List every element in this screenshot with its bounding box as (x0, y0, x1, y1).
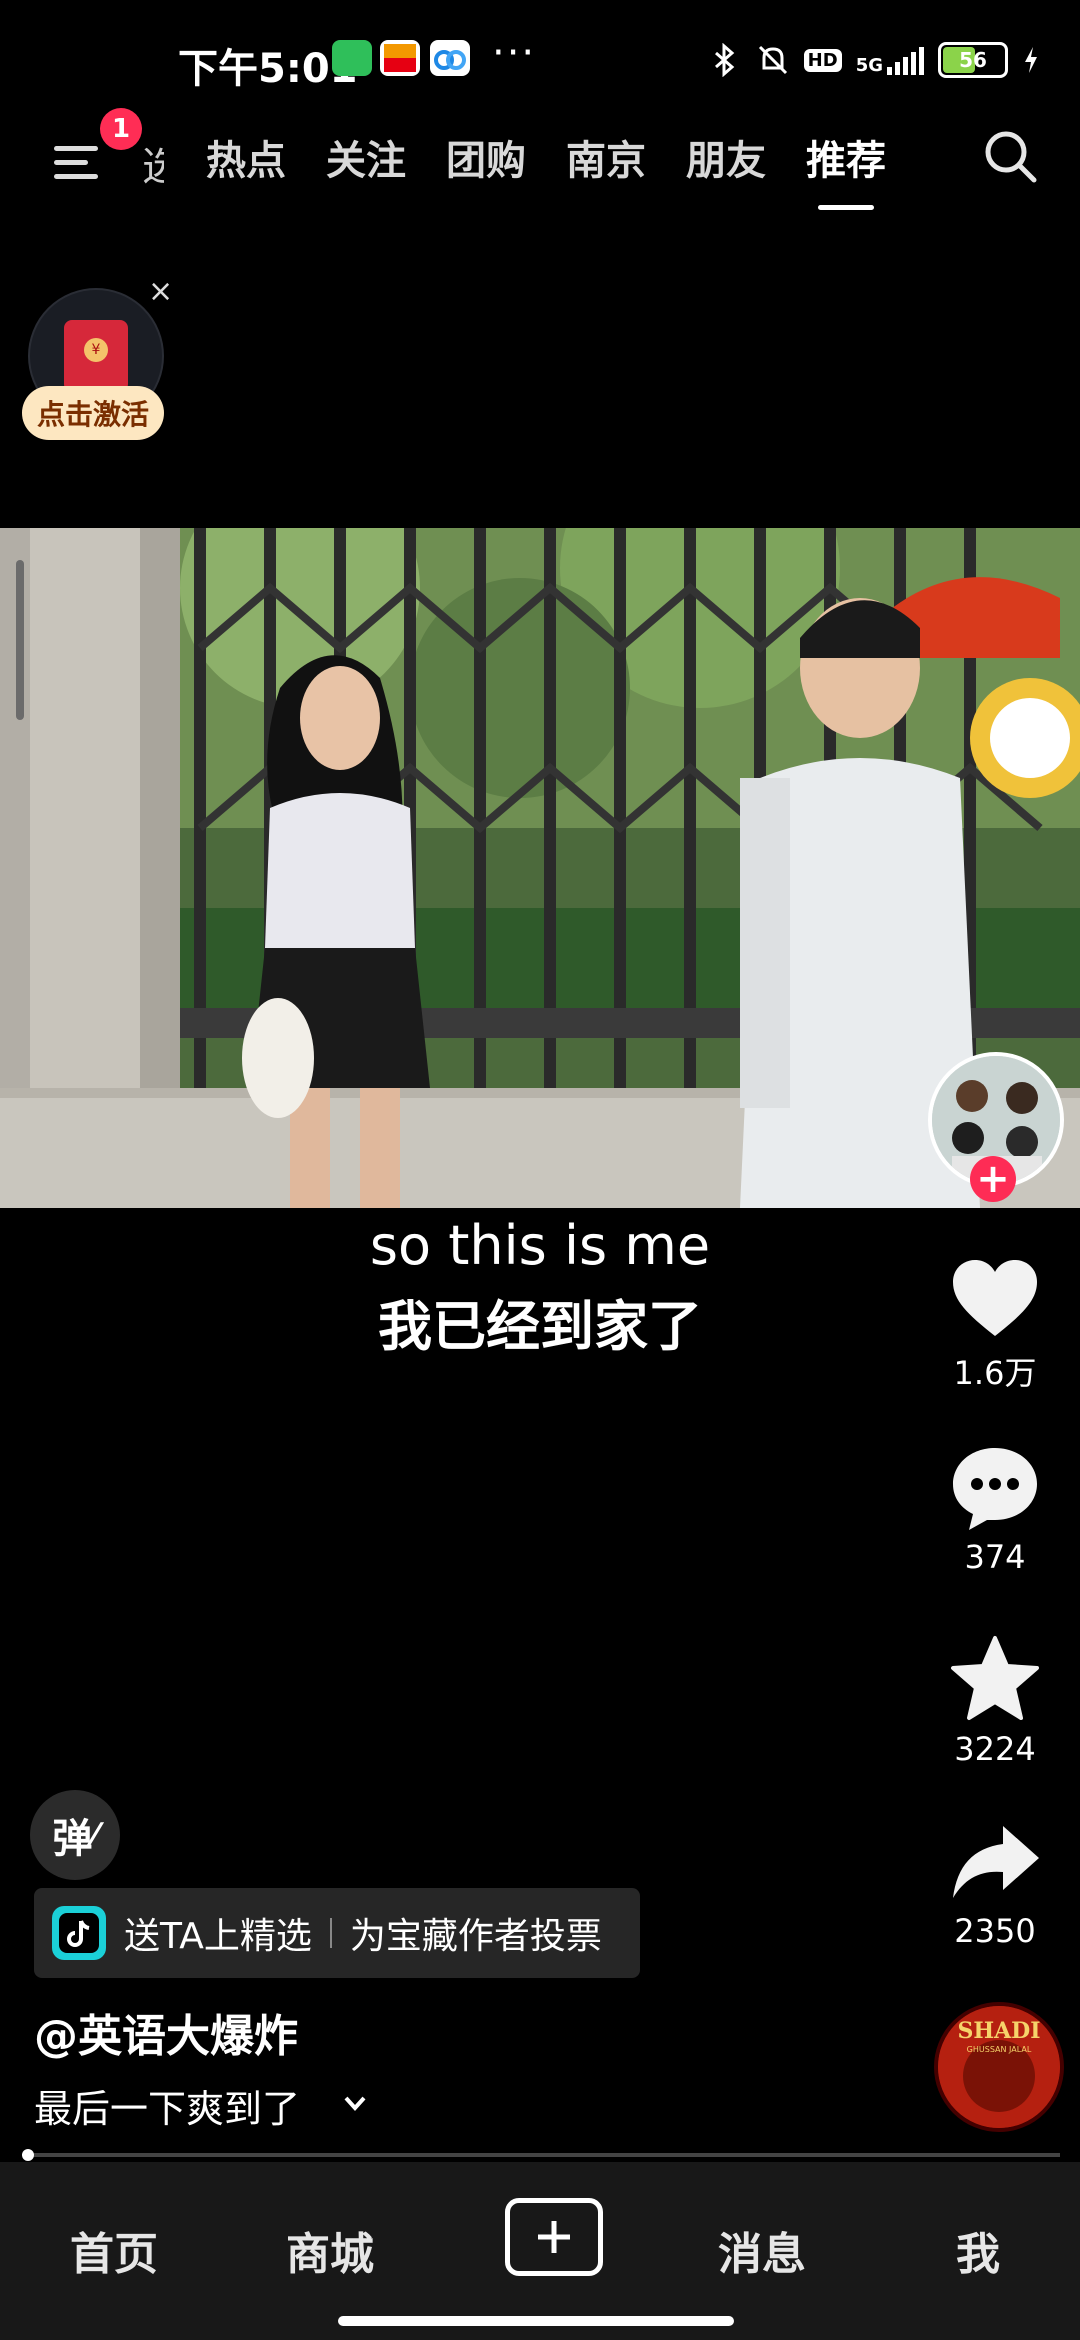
tab-recommended[interactable]: 推荐 (806, 128, 886, 210)
comment-icon[interactable] (947, 1440, 1043, 1536)
tab-hot[interactable]: 热点 (206, 128, 286, 186)
status-time: 下午5:01 (178, 46, 358, 92)
promo-divider (329, 1918, 332, 1948)
charging-icon (1022, 43, 1040, 77)
favorite-star-icon[interactable] (947, 1632, 1043, 1728)
58-app-icon (380, 40, 420, 76)
close-icon[interactable]: × (148, 274, 173, 309)
plus-icon (538, 2221, 570, 2253)
overflow-notifications-icon: ··· (492, 30, 537, 76)
nav-me[interactable]: 我 (898, 2218, 1058, 2282)
video-progress-handle[interactable] (22, 2149, 34, 2161)
wechat-green-icon (332, 40, 372, 76)
side-scroll-indicator (16, 560, 24, 720)
network-label: 5G (855, 55, 883, 76)
video-progress-track[interactable] (24, 2153, 1060, 2157)
chevron-down-icon[interactable] (340, 2088, 370, 2118)
tab-following[interactable]: 关注 (326, 128, 406, 186)
promo-vote-banner[interactable]: 送TA上精选 为宝藏作者投票 (34, 1888, 640, 1978)
tab-group-buy[interactable]: 团购 (446, 128, 526, 186)
nav-messages[interactable]: 消息 (682, 2218, 842, 2282)
video-frame[interactable] (0, 528, 1080, 1208)
tab-nanjing[interactable]: 南京 (566, 128, 646, 186)
bottom-navigation: 首页 商城 消息 我 (0, 2162, 1080, 2340)
music-disc[interactable]: SHADI GHUSSAN JALAL (934, 2002, 1064, 2132)
signal-bars-icon (887, 45, 924, 75)
promo-text-secondary: 为宝藏作者投票 (349, 1916, 602, 1957)
status-indicators: HD 5G 56 (708, 38, 1040, 82)
like-count: 1.6万 (953, 1354, 1037, 1392)
menu-notification-badge: 1 (100, 108, 142, 150)
follow-button[interactable]: + (970, 1156, 1016, 1202)
subtitle-english: so this is me (369, 1214, 711, 1277)
share-arrow-icon[interactable] (947, 1816, 1043, 1912)
favorite-count: 3224 (954, 1730, 1036, 1768)
video-caption[interactable]: 最后一下爽到了 (34, 2078, 300, 2133)
tab-partial[interactable]: 选 (142, 134, 164, 192)
comment-count: 374 (964, 1538, 1026, 1576)
music-disc-subtitle: GHUSSAN JALAL (967, 2045, 1032, 2054)
music-disc-title: SHADI (957, 2018, 1040, 2044)
video-scene-image (0, 528, 1080, 1208)
mute-bell-icon (756, 43, 790, 77)
create-post-button[interactable] (505, 2198, 603, 2276)
nav-home[interactable]: 首页 (34, 2218, 194, 2282)
danmaku-label: 弹 (52, 1816, 93, 1862)
share-count: 2350 (954, 1912, 1036, 1950)
home-indicator[interactable] (338, 2316, 734, 2326)
nav-mall[interactable]: 商城 (250, 2218, 410, 2282)
douyin-logo-icon (52, 1906, 106, 1960)
activate-button[interactable]: 点击激活 (22, 386, 164, 440)
red-envelope-icon: ¥ (64, 320, 128, 392)
cloud-app-icon (430, 40, 470, 76)
search-icon[interactable] (980, 126, 1040, 186)
feed-tabs: 热点 关注 团购 南京 朋友 推荐 (206, 128, 886, 210)
battery-level: 56 (959, 48, 987, 72)
bluetooth-icon (708, 43, 742, 77)
author-name[interactable]: @英语大爆炸 (34, 2000, 298, 2064)
danmaku-toggle-button[interactable]: 弹 ⁄ (30, 1790, 120, 1880)
like-heart-icon[interactable] (947, 1252, 1043, 1348)
menu-button[interactable] (54, 140, 102, 184)
tab-friends[interactable]: 朋友 (686, 128, 766, 186)
hd-badge: HD (803, 48, 842, 72)
promo-text-primary: 送TA上精选 (124, 1916, 312, 1957)
battery-icon: 56 (938, 42, 1008, 78)
network-5g-icon: 5G (856, 45, 924, 75)
status-bar: 下午5:01 ··· HD 5G 56 (0, 0, 1080, 120)
